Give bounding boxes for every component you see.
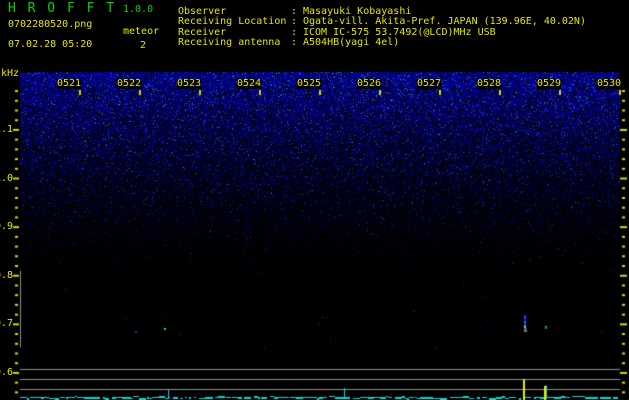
freq-label-1.1: 1.1 [0,124,13,135]
freq-label-0.6: 0.6 [0,367,13,378]
info-colon: : [291,36,298,48]
echo-count: 2 [140,40,147,51]
output-filename: 0702280520.png [8,19,93,30]
spectrogram-canvas [0,0,629,400]
mode-label: meteor [123,26,160,37]
time-label-0528: 0528 [477,78,502,89]
freq-label-0.7: 0.7 [0,318,13,329]
station-info: Observer: Masayuki Kobayashi Receiving Loc… [178,6,586,48]
app-version: 1.0.0 [123,4,154,15]
time-label-0524: 0524 [237,78,262,89]
time-label-0521: 0521 [57,78,82,89]
y-axis-unit-label: kHz [1,68,20,79]
time-label-0525: 0525 [297,78,322,89]
station-info-row: Receiving antenna: A504HB(yagi 4el) [178,36,586,48]
time-label-0522: 0522 [117,78,142,89]
time-label-0529: 0529 [537,78,562,89]
freq-label-1.0: 1.0 [0,173,13,184]
freq-label-0.9: 0.9 [0,221,13,232]
time-label-0526: 0526 [357,78,382,89]
freq-label-0.8: 0.8 [0,270,13,281]
datetime-label: 07.02.28 05:20 [8,39,93,50]
time-label-0527: 0527 [417,78,442,89]
info-label: Receiving antenna [178,36,281,48]
app-title: H R O F F T [8,1,117,16]
time-label-0523: 0523 [177,78,202,89]
info-value: A504HB(yagi 4el) [303,36,400,48]
hrofft-screen: H R O F F T 1.0.0 0702280520.png meteor … [0,0,629,400]
time-label-0530: 0530 [597,78,622,89]
